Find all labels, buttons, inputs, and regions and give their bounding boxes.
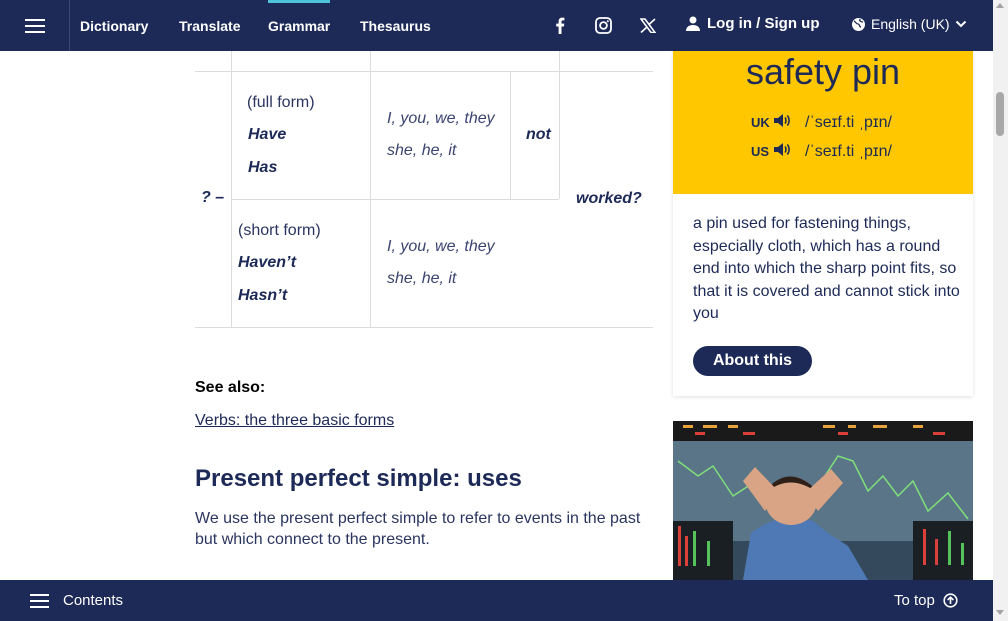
word-definition: a pin used for fastening things, especia… bbox=[693, 215, 960, 322]
verb-label: worked? bbox=[576, 190, 642, 207]
scroll-down-arrow[interactable] bbox=[996, 610, 1004, 615]
question-mark-label: ? – bbox=[201, 189, 225, 206]
stock-market-image[interactable] bbox=[673, 421, 973, 580]
top-navigation: Dictionary Translate Grammar Thesaurus L… bbox=[0, 0, 993, 51]
short-form-label: (short form) bbox=[238, 222, 321, 239]
chevron-down-icon bbox=[955, 20, 966, 28]
about-this-button[interactable]: About this bbox=[693, 346, 812, 376]
instagram-icon[interactable] bbox=[592, 14, 614, 36]
scrollbar-thumb[interactable] bbox=[996, 92, 1004, 136]
subjects-plural-short: I, you, we, they bbox=[387, 238, 495, 255]
not-label: not bbox=[526, 126, 551, 143]
body-paragraph: We use the present perfect simple to ref… bbox=[195, 510, 641, 548]
verbs-basic-forms-link[interactable]: Verbs: the three basic forms bbox=[195, 412, 394, 430]
subjects-singular: she, he, it bbox=[387, 142, 457, 159]
menu-button[interactable] bbox=[0, 0, 70, 51]
facebook-icon[interactable] bbox=[549, 14, 571, 36]
word-title: safety pin bbox=[745, 51, 901, 92]
short-havent: Haven’t bbox=[238, 254, 297, 271]
subjects-singular-short: she, he, it bbox=[387, 270, 457, 287]
uk-pronunciation: UK /ˈseɪf.ti ˌpɪn/ bbox=[751, 113, 892, 132]
contents-button[interactable]: Contents bbox=[30, 592, 123, 609]
speaker-icon[interactable] bbox=[773, 113, 791, 132]
short-hasnt: Hasn’t bbox=[238, 287, 288, 304]
us-label: US bbox=[751, 144, 770, 159]
globe-icon bbox=[852, 17, 865, 31]
uk-ipa: /ˈseɪf.ti ˌpɪn/ bbox=[805, 113, 892, 131]
bottom-bar: Contents To top bbox=[0, 580, 993, 621]
nav-grammar[interactable]: Grammar bbox=[268, 0, 330, 51]
full-has: Has bbox=[248, 159, 278, 176]
us-ipa: /ˈseɪf.ti ˌpɪn/ bbox=[805, 142, 892, 160]
word-card-header: safety pin UK /ˈseɪf.ti ˌpɪn/ US /ˈseɪf.… bbox=[673, 51, 973, 194]
user-icon bbox=[686, 16, 700, 31]
word-card: safety pin UK /ˈseɪf.ti ˌpɪn/ US /ˈseɪf.… bbox=[673, 51, 973, 396]
vertical-scrollbar[interactable] bbox=[993, 0, 1008, 621]
nav-translate[interactable]: Translate bbox=[179, 0, 240, 51]
uk-label: UK bbox=[751, 115, 770, 130]
contents-label: Contents bbox=[63, 592, 124, 609]
arrow-up-circle-icon bbox=[943, 593, 958, 608]
language-label: English (UK) bbox=[871, 16, 950, 32]
subjects-plural: I, you, we, they bbox=[387, 110, 495, 127]
grammar-table: ? – (full form) Have Has I, you, we, the… bbox=[195, 51, 653, 328]
us-pronunciation: US /ˈseɪf.ti ˌpɪn/ bbox=[751, 142, 892, 161]
login-link[interactable]: Log in / Sign up bbox=[686, 15, 819, 32]
speaker-icon[interactable] bbox=[773, 142, 791, 161]
login-label: Log in / Sign up bbox=[707, 15, 820, 32]
language-selector[interactable]: English (UK) bbox=[851, 16, 967, 32]
hamburger-icon bbox=[24, 18, 45, 33]
see-also-heading: See also: bbox=[195, 379, 266, 396]
x-icon[interactable] bbox=[637, 14, 659, 36]
scroll-up-arrow[interactable] bbox=[996, 3, 1004, 8]
nav-dictionary[interactable]: Dictionary bbox=[80, 0, 148, 51]
nav-thesaurus[interactable]: Thesaurus bbox=[360, 0, 431, 51]
section-title: Present perfect simple: uses bbox=[195, 465, 522, 492]
full-have: Have bbox=[248, 126, 287, 143]
full-form-label: (full form) bbox=[247, 94, 315, 111]
hamburger-icon bbox=[30, 593, 49, 608]
to-top-button[interactable]: To top bbox=[894, 592, 958, 609]
to-top-label: To top bbox=[894, 592, 935, 609]
